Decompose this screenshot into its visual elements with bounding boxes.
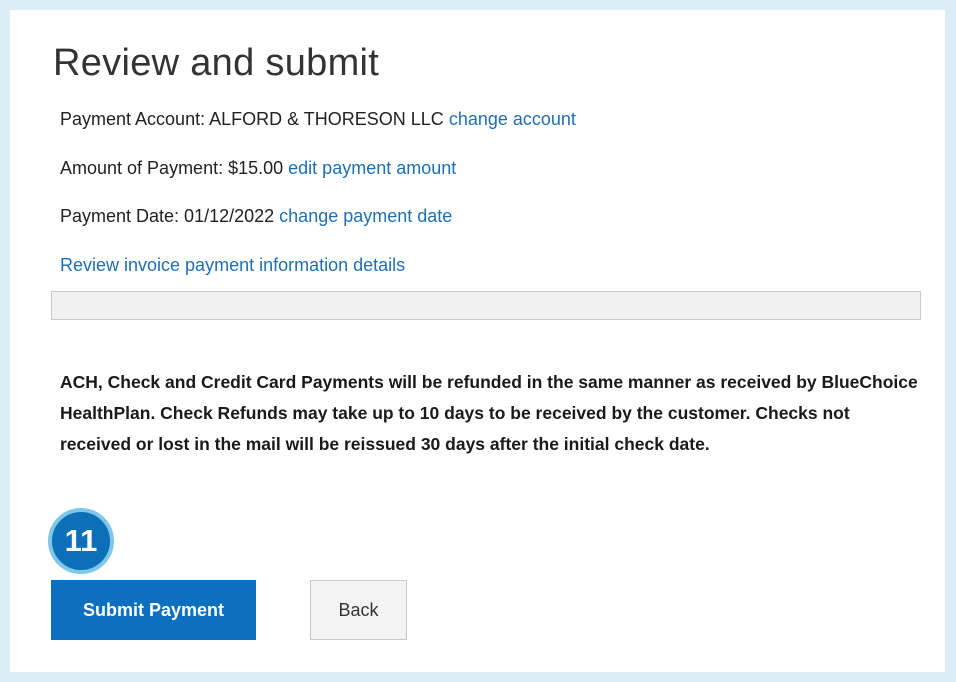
payment-amount-row: Amount of Payment: $15.00 edit payment a… <box>60 158 456 179</box>
payment-amount-label: Amount of Payment: $15.00 <box>60 158 284 178</box>
back-button[interactable]: Back <box>310 580 407 640</box>
review-submit-panel: Review and submit Payment Account: ALFOR… <box>10 10 945 672</box>
change-payment-date-link[interactable]: change payment date <box>279 206 452 226</box>
edit-payment-amount-link[interactable]: edit payment amount <box>288 158 456 178</box>
step-number-badge: 11 <box>48 508 114 574</box>
invoice-details-row: Review invoice payment information detai… <box>60 255 405 276</box>
payment-account-row: Payment Account: ALFORD & THORESON LLC c… <box>60 109 576 130</box>
payment-account-label: Payment Account: ALFORD & THORESON LLC <box>60 109 444 129</box>
invoice-details-panel <box>51 291 921 320</box>
payment-date-row: Payment Date: 01/12/2022 change payment … <box>60 206 452 227</box>
page-title: Review and submit <box>53 42 380 84</box>
payment-date-label: Payment Date: 01/12/2022 <box>60 206 275 226</box>
submit-payment-button[interactable]: Submit Payment <box>51 580 256 640</box>
review-invoice-details-link[interactable]: Review invoice payment information detai… <box>60 255 405 275</box>
change-account-link[interactable]: change account <box>449 109 576 129</box>
refund-notice: ACH, Check and Credit Card Payments will… <box>60 372 918 454</box>
